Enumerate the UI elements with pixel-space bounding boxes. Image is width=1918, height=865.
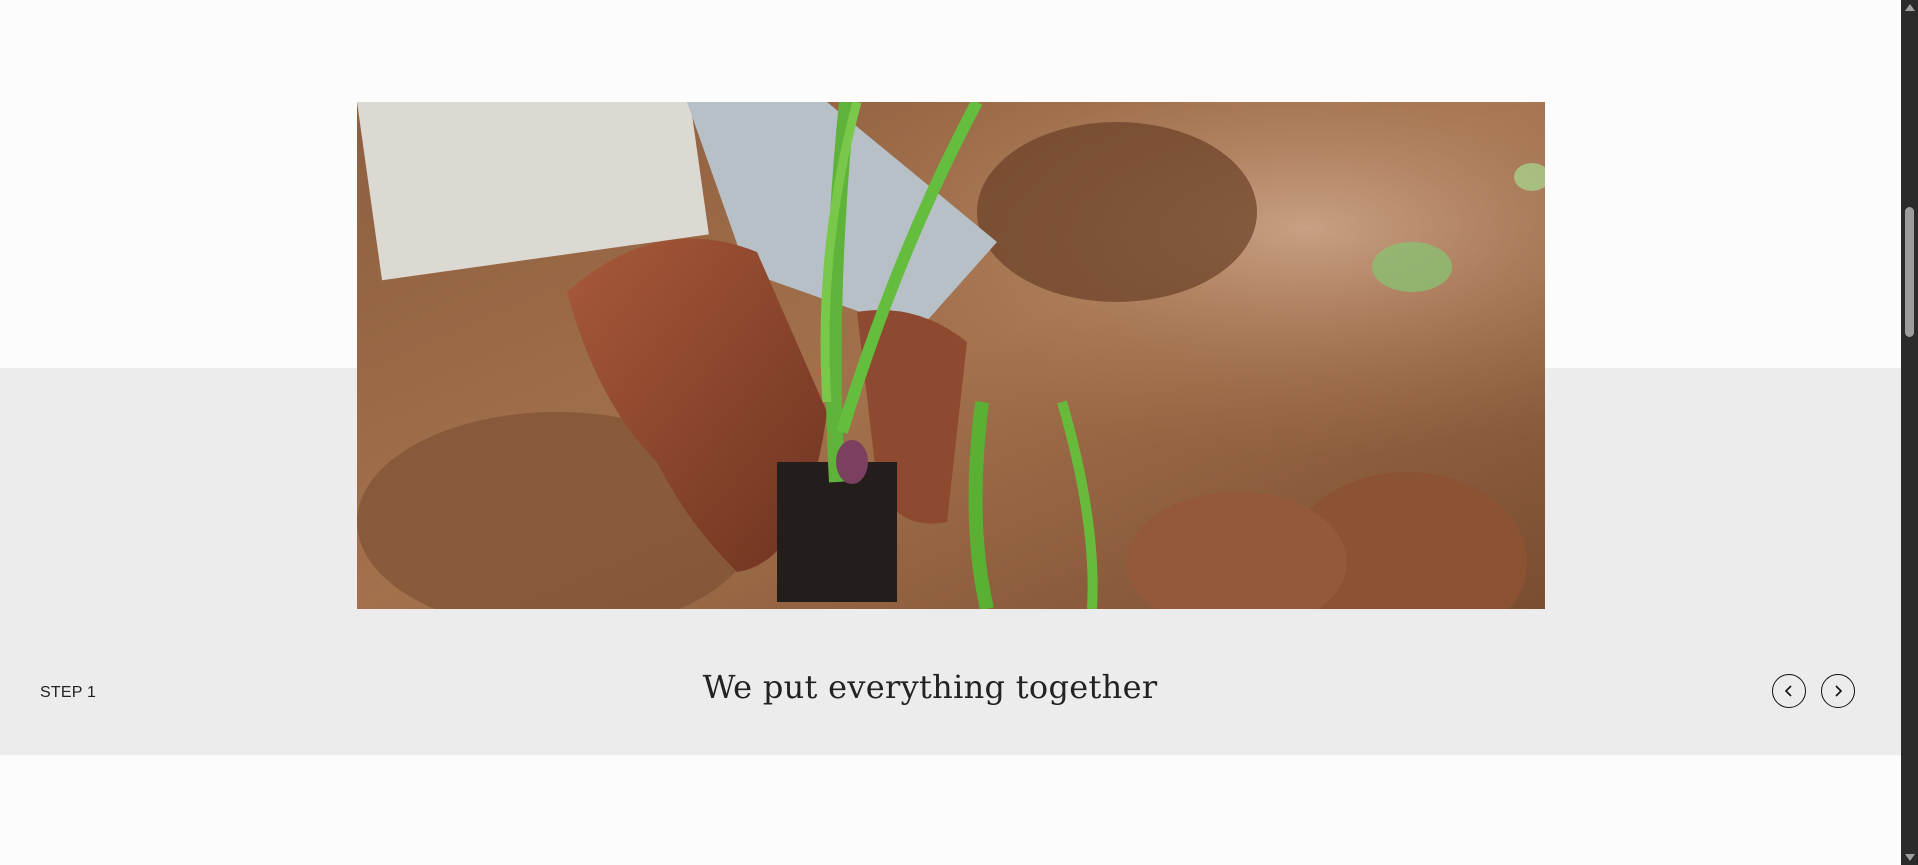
chevron-left-icon [1784, 685, 1792, 697]
carousel-next-button[interactable] [1821, 674, 1855, 708]
page: STEP 1 We put everything together [0, 0, 1918, 865]
scroll-up-icon[interactable] [1905, 4, 1915, 11]
carousel-prev-button[interactable] [1772, 674, 1806, 708]
hero-image [357, 102, 1545, 609]
step-label: STEP 1 [40, 684, 97, 701]
vertical-scrollbar[interactable] [1901, 0, 1918, 865]
step-title: We put everything together [702, 668, 1158, 706]
planting-photo [357, 102, 1545, 609]
scrollbar-thumb[interactable] [1905, 207, 1914, 337]
scroll-down-icon[interactable] [1905, 854, 1915, 861]
chevron-right-icon [1835, 685, 1843, 697]
